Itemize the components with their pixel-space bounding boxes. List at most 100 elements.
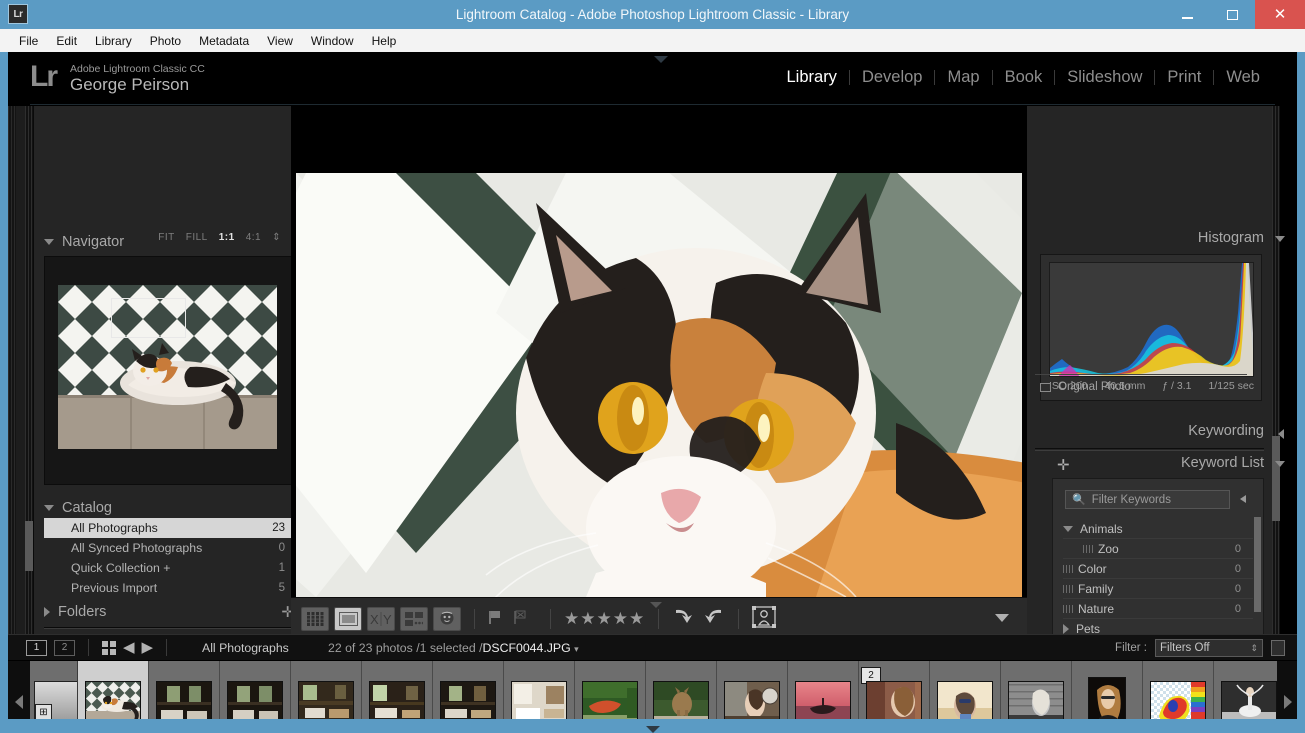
module-web[interactable]: Web bbox=[1214, 68, 1272, 87]
filmstrip-item[interactable] bbox=[1001, 661, 1072, 719]
filter-select[interactable]: Filters Off ⇕ bbox=[1155, 639, 1263, 657]
module-slideshow[interactable]: Slideshow bbox=[1055, 68, 1154, 87]
filmstrip-thumbnail bbox=[582, 680, 638, 719]
filmstrip-item[interactable]: ★★★★ bbox=[646, 661, 717, 719]
flag-rejected-icon[interactable] bbox=[513, 610, 527, 628]
filmstrip-item[interactable] bbox=[1143, 661, 1214, 719]
rotate-right-icon[interactable] bbox=[703, 608, 725, 629]
keyword-list-triangle-down-icon[interactable] bbox=[1275, 461, 1285, 467]
filmstrip-source-label[interactable]: All Photographs bbox=[202, 641, 289, 655]
filter-lock-button[interactable] bbox=[1271, 640, 1285, 656]
keyword-row-color[interactable]: Color 0 bbox=[1063, 559, 1253, 579]
histogram-triangle-down-icon[interactable] bbox=[1275, 236, 1285, 242]
grid-view-icon[interactable] bbox=[301, 606, 329, 631]
filmstrip-partial-thumb[interactable]: ⊞ bbox=[30, 661, 78, 719]
rating-stars[interactable]: ★★★★★ bbox=[564, 609, 645, 629]
filmstrip-item[interactable] bbox=[575, 661, 646, 719]
filmstrip-item[interactable]: ⊞ bbox=[788, 661, 859, 719]
filmstrip-item-selected[interactable] bbox=[78, 661, 149, 719]
loupe-view-icon[interactable] bbox=[334, 606, 362, 631]
keyword-list-scrollbar[interactable] bbox=[1254, 517, 1261, 612]
zoom-fit[interactable]: FIT bbox=[158, 232, 175, 243]
filmstrip-item[interactable]: 2 bbox=[859, 661, 930, 719]
filmstrip-next-arrow[interactable] bbox=[1277, 661, 1297, 719]
toolbar-toggle[interactable] bbox=[649, 598, 663, 608]
catalog-list: All Photographs 23 All Synced Photograph… bbox=[44, 518, 294, 598]
compare-view-icon[interactable]: X Y bbox=[367, 606, 395, 631]
right-panel-collapse-strip[interactable] bbox=[1280, 106, 1297, 634]
zoom-4-1[interactable]: 4:1 bbox=[246, 232, 261, 243]
catalog-item-previous-import[interactable]: Previous Import 5 bbox=[44, 578, 294, 598]
filmstrip-item[interactable] bbox=[504, 661, 575, 719]
filmstrip-item[interactable] bbox=[930, 661, 1001, 719]
keyword-row-nature[interactable]: Nature 0 bbox=[1063, 599, 1253, 619]
screen-1-button[interactable]: 1 bbox=[26, 639, 47, 656]
navigator-preview[interactable] bbox=[44, 256, 294, 485]
left-panel-scroll-thumb[interactable] bbox=[25, 521, 33, 571]
filename-caret-icon[interactable]: ▾ bbox=[574, 644, 579, 654]
crop-overlay-icon[interactable] bbox=[752, 606, 777, 631]
keyword-row-family[interactable]: Family 0 bbox=[1063, 579, 1253, 599]
filmstrip-item[interactable]: ⊞ bbox=[1214, 661, 1277, 719]
zoom-spinner-icon[interactable]: ⇕ bbox=[272, 232, 281, 243]
filmstrip-item[interactable] bbox=[220, 661, 291, 719]
left-panel-collapse-strip[interactable] bbox=[8, 106, 16, 634]
loupe-photo[interactable] bbox=[296, 173, 1022, 597]
people-view-icon[interactable] bbox=[433, 606, 461, 631]
right-panel-scroll-grip[interactable] bbox=[1272, 106, 1280, 634]
panel-divider bbox=[1035, 448, 1264, 451]
folders-header[interactable]: Folders ✛ bbox=[44, 598, 294, 626]
zoom-fill[interactable]: FILL bbox=[186, 232, 208, 243]
maximize-button[interactable] bbox=[1210, 0, 1255, 29]
filmstrip-track[interactable]: ★★★★ ⧉ ⊞ bbox=[78, 661, 1277, 719]
add-keyword-plus-icon[interactable]: ✛ bbox=[1057, 456, 1070, 474]
filmstrip-item[interactable] bbox=[433, 661, 504, 719]
survey-view-icon[interactable] bbox=[400, 606, 428, 631]
menu-file[interactable]: File bbox=[10, 31, 47, 51]
toolbar-options-triangle-down-icon[interactable] bbox=[995, 614, 1009, 622]
filter-keywords-triangle-left-icon[interactable] bbox=[1240, 495, 1246, 503]
keyword-row-animals[interactable]: Animals bbox=[1063, 519, 1253, 539]
arrow-right-icon[interactable]: ▶ bbox=[142, 640, 154, 655]
zoom-1-1[interactable]: 1:1 bbox=[219, 232, 235, 243]
module-develop[interactable]: Develop bbox=[850, 68, 935, 87]
filmstrip-item[interactable] bbox=[362, 661, 433, 719]
grid-icon[interactable] bbox=[102, 640, 116, 655]
module-book[interactable]: Book bbox=[993, 68, 1055, 87]
navigator-crop-rect[interactable] bbox=[111, 298, 186, 338]
menu-edit[interactable]: Edit bbox=[47, 31, 86, 51]
filter-keywords-input[interactable]: 🔍 Filter Keywords bbox=[1065, 490, 1230, 509]
menu-photo[interactable]: Photo bbox=[141, 31, 190, 51]
filmstrip-item[interactable] bbox=[291, 661, 362, 719]
top-panel-toggle[interactable] bbox=[653, 53, 669, 63]
menu-window[interactable]: Window bbox=[302, 31, 363, 51]
minimize-button[interactable] bbox=[1165, 0, 1210, 29]
drag-handle-icon bbox=[1063, 564, 1073, 573]
module-print[interactable]: Print bbox=[1155, 68, 1213, 87]
right-panel-scroll-thumb[interactable] bbox=[1272, 436, 1280, 521]
close-button[interactable]: ✕ bbox=[1255, 0, 1305, 29]
menu-view[interactable]: View bbox=[258, 31, 302, 51]
histogram-plot[interactable] bbox=[1049, 262, 1254, 377]
filmstrip-item[interactable] bbox=[1072, 661, 1143, 719]
bottom-panel-toggle[interactable] bbox=[645, 723, 661, 733]
catalog-item-all-photographs[interactable]: All Photographs 23 bbox=[44, 518, 294, 538]
filmstrip-item[interactable]: ⧉ ⊞ bbox=[717, 661, 788, 719]
filmstrip-prev-arrow[interactable] bbox=[8, 661, 30, 719]
flag-icon[interactable] bbox=[488, 610, 502, 628]
menu-library[interactable]: Library bbox=[86, 31, 141, 51]
keyword-row-zoo[interactable]: Zoo 0 bbox=[1063, 539, 1253, 559]
menu-metadata[interactable]: Metadata bbox=[190, 31, 258, 51]
arrow-left-icon[interactable]: ◀ bbox=[123, 640, 135, 655]
catalog-item-quick-collection[interactable]: Quick Collection + 1 bbox=[44, 558, 294, 578]
keywording-triangle-left-icon[interactable] bbox=[1278, 429, 1284, 439]
original-photo-toggle[interactable]: Original Photo bbox=[1040, 381, 1131, 393]
filmstrip-item[interactable] bbox=[149, 661, 220, 719]
module-map[interactable]: Map bbox=[935, 68, 991, 87]
catalog-item-all-synced-photographs[interactable]: All Synced Photographs 0 bbox=[44, 538, 294, 558]
module-library[interactable]: Library bbox=[775, 68, 849, 87]
rotate-left-icon[interactable] bbox=[672, 608, 694, 629]
menu-help[interactable]: Help bbox=[363, 31, 406, 51]
screen-2-button[interactable]: 2 bbox=[54, 639, 75, 656]
filmstrip-thumbnail bbox=[866, 680, 922, 719]
